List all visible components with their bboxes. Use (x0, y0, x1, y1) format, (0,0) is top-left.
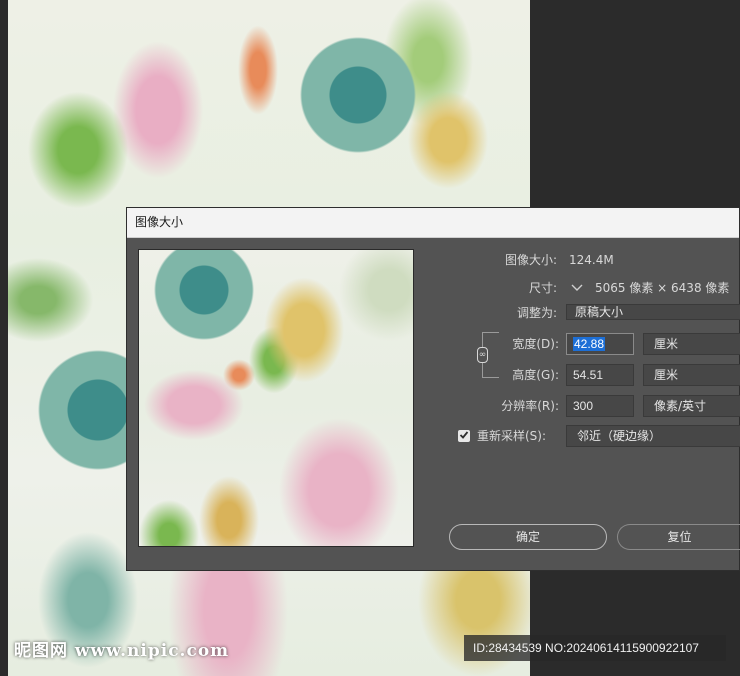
image-size-dialog: 图像大小 图像大小: 124.4M 尺寸: 5065 像素 × 6438 像素 … (126, 207, 740, 571)
width-value: 42.88 (573, 337, 606, 351)
resolution-input[interactable]: 300 (566, 395, 634, 417)
reset-button[interactable]: 复位 (617, 524, 740, 550)
resample-method-select[interactable]: 邻近（硬边缘） (566, 425, 740, 447)
check-icon (459, 431, 469, 439)
image-size-value: 124.4M (569, 253, 614, 267)
chevron-down-icon[interactable] (570, 281, 584, 295)
dimensions-label: 尺寸: (528, 281, 557, 295)
site-watermark: 昵图网 www.nipic.com (14, 641, 230, 661)
fit-to-select[interactable]: 原稿大小 (566, 304, 740, 320)
dimensions-value: 5065 像素 × 6438 像素 (595, 281, 730, 295)
resolution-unit-select[interactable]: 像素/英寸 (643, 395, 740, 417)
height-unit-select[interactable]: 厘米 (643, 364, 740, 386)
dialog-title[interactable]: 图像大小 (127, 208, 739, 238)
image-preview[interactable] (138, 249, 414, 547)
width-unit-select[interactable]: 厘米 (643, 333, 740, 355)
resolution-label: 分辨率(R): (501, 399, 559, 413)
width-input[interactable]: 42.88 (566, 333, 634, 355)
ok-button[interactable]: 确定 (449, 524, 607, 550)
resample-checkbox[interactable] (458, 430, 470, 442)
height-input[interactable]: 54.51 (566, 364, 634, 386)
resample-label: 重新采样(S): (477, 429, 547, 443)
image-id-bar: ID:28434539 NO:20240614115900922107 (464, 635, 726, 661)
width-label: 宽度(D): (512, 337, 559, 351)
height-label: 高度(G): (512, 368, 559, 382)
image-size-label: 图像大小: (504, 253, 557, 267)
fit-to-label: 调整为: (516, 306, 557, 320)
